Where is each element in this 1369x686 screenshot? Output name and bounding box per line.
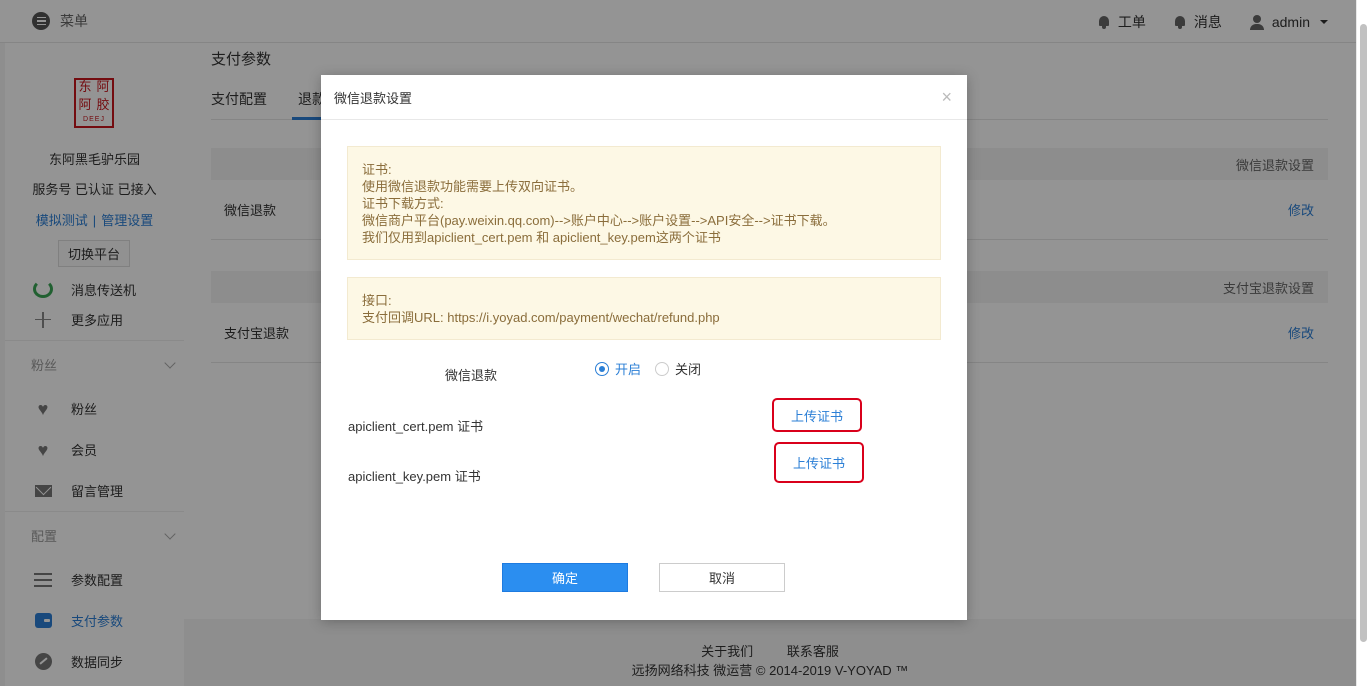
notice-line: 微信商户平台(pay.weixin.qq.com)-->账户中心-->账户设置-… [362,213,836,228]
notice-line: 接口: [362,293,392,308]
dialog-title: 微信退款设置 [334,90,413,106]
radio-enable-label[interactable]: 开启 [615,359,641,378]
key-file-label: apiclient_key.pem 证书 [348,469,481,484]
wechat-refund-dialog: 微信退款设置 × 证书: 使用微信退款功能需要上传双向证书。 证书下载方式: 微… [321,75,967,620]
notice-line: 使用微信退款功能需要上传双向证书。 [362,179,584,194]
upload-cert-button[interactable]: 上传证书 [772,398,862,432]
upload-key-button[interactable]: 上传证书 [774,442,864,483]
notice-line: 我们仅用到apiclient_cert.pem 和 apiclient_key.… [362,230,721,245]
scrollbar-thumb[interactable] [1360,24,1367,642]
radio-enable[interactable] [595,361,609,376]
notice-line: 证书下载方式: [362,196,444,211]
radio-disable-label[interactable]: 关闭 [675,359,701,378]
certificate-notice: 证书: 使用微信退款功能需要上传双向证书。 证书下载方式: 微信商户平台(pay… [347,146,941,260]
radio-disable[interactable] [655,361,670,376]
cancel-button[interactable]: 取消 [659,563,785,592]
confirm-button[interactable]: 确定 [502,563,628,592]
cert-file-label: apiclient_cert.pem 证书 [348,419,484,434]
notice-line: 支付回调URL: https://i.yoyad.com/payment/wec… [362,310,720,325]
notice-line: 证书: [362,162,392,177]
api-notice: 接口: 支付回调URL: https://i.yoyad.com/payment… [347,277,941,340]
dialog-header: 微信退款设置 × [321,75,967,120]
refund-toggle-label: 微信退款 [445,368,498,383]
refund-toggle: 开启 关闭 [595,359,701,378]
page-scrollbar[interactable] [1356,0,1369,686]
close-icon[interactable]: × [941,88,952,106]
